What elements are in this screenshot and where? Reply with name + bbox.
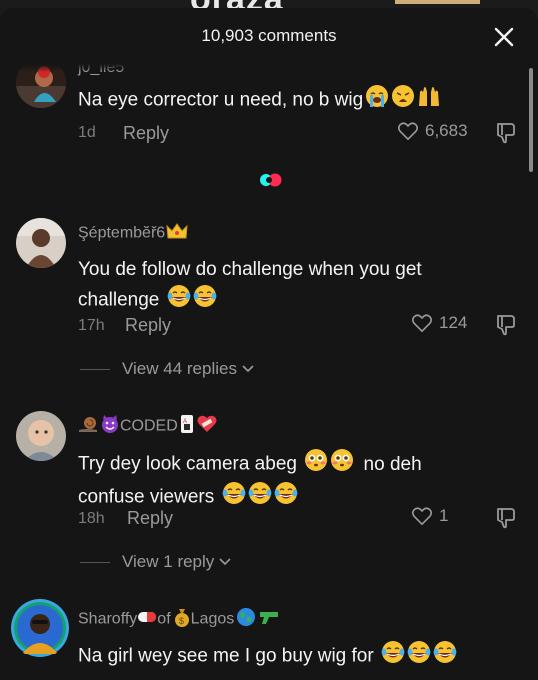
header-fade: [0, 64, 538, 72]
like-button[interactable]: 6,683: [397, 121, 468, 141]
close-icon[interactable]: [490, 23, 518, 51]
comment-text-content: Na girl wey see me I go buy wig for: [78, 645, 374, 667]
divider: [80, 561, 110, 563]
tears-of-joy-icon: [381, 640, 405, 673]
heart-icon: [411, 314, 433, 332]
dislike-icon[interactable]: [494, 121, 518, 145]
loading-indicator: [260, 173, 282, 187]
comment-count-title: 10,903 comments: [201, 26, 337, 45]
username-text: of: [157, 610, 171, 628]
comment-text-content: no deh: [363, 453, 422, 475]
crown-icon: [166, 222, 188, 245]
like-button[interactable]: 124: [411, 313, 467, 333]
comment-text-content: confuse viewers: [78, 486, 215, 508]
comment-text-content: Na eye corrector u need, no b wig: [78, 89, 364, 111]
svg-text:$: $: [179, 616, 184, 626]
avatar[interactable]: [16, 218, 66, 268]
chevron-down-icon: [242, 365, 254, 373]
tears-of-joy-icon: [222, 481, 246, 514]
like-count: 124: [439, 313, 468, 332]
tears-of-joy-icon: [167, 284, 191, 317]
playing-card-icon: A: [180, 414, 194, 439]
username-text: CODED: [120, 417, 178, 435]
comment-text-content: Try dey look camera abeg: [78, 453, 297, 475]
view-replies-label: View 1 reply: [122, 552, 215, 571]
background-bar: [395, 0, 480, 4]
username-text: Lagos: [190, 610, 235, 628]
dislike-icon[interactable]: [494, 313, 518, 337]
dislike-icon[interactable]: [494, 506, 518, 530]
money-bag-icon: $: [173, 607, 191, 632]
chevron-down-icon: [219, 558, 231, 566]
flushed-face-icon: [330, 448, 354, 481]
comments-sheet: j0_lie5 Na eye corrector u need, no b wi…: [0, 8, 538, 680]
comment-age: 18h: [78, 510, 105, 527]
comment-text: Try dey look camera abeg no deh confuse …: [78, 448, 508, 514]
comment-text-line: You de follow do challenge when you get: [78, 259, 422, 280]
comment-age: 17h: [78, 317, 105, 334]
like-button[interactable]: 1: [411, 506, 448, 526]
comment-text-line: Try dey look camera abeg no deh: [78, 448, 508, 481]
username-text: Sharoffy: [78, 610, 138, 628]
flushed-face-icon: [304, 448, 328, 481]
loudly-crying-face-icon: [365, 84, 389, 117]
tears-of-joy-icon: [193, 284, 217, 317]
comment-username[interactable]: Şéptembĕř6: [78, 222, 188, 245]
heart-icon: [397, 122, 419, 140]
tears-of-joy-icon: [248, 481, 272, 514]
like-count: 6,683: [425, 121, 468, 140]
heart-icon: [411, 507, 433, 525]
tears-of-joy-icon: [274, 481, 298, 514]
tears-of-joy-icon: [407, 640, 431, 673]
scrollbar[interactable]: [529, 68, 533, 172]
comment-username[interactable]: Sharoffy of $ Lagos: [78, 607, 280, 632]
comment-text: You de follow do challenge when you get …: [78, 256, 508, 317]
smiling-imp-icon: [100, 414, 120, 439]
avatar[interactable]: [16, 411, 66, 461]
tears-of-joy-icon: [433, 640, 457, 673]
globe-icon: [236, 607, 256, 632]
view-replies-button[interactable]: View 44 replies: [80, 359, 255, 379]
comment-age: 1d: [78, 124, 96, 141]
view-replies-label: View 44 replies: [122, 359, 237, 378]
mending-heart-icon: [196, 414, 218, 439]
weary-face-icon: [391, 84, 415, 117]
divider: [80, 368, 110, 370]
reply-button[interactable]: Reply: [125, 315, 171, 336]
comment-text: Na girl wey see me I go buy wig for: [78, 640, 508, 673]
like-count: 1: [439, 506, 449, 525]
avatar[interactable]: [10, 598, 70, 658]
pill-icon: [137, 610, 157, 629]
view-replies-button[interactable]: View 1 reply: [80, 552, 232, 572]
comment-username[interactable]: CODED A: [78, 414, 218, 439]
username-text: Şéptembĕř6: [78, 224, 166, 242]
reply-button[interactable]: Reply: [127, 508, 173, 529]
comment-text: Na eye corrector u need, no b wig: [78, 84, 508, 117]
comments-header: 10,903 comments: [0, 8, 538, 64]
reply-button[interactable]: Reply: [123, 123, 169, 144]
comment-text-content: challenge: [78, 289, 160, 311]
raised-hands-icon: [417, 84, 441, 117]
water-pistol-icon: [258, 608, 280, 631]
snail-icon: [78, 415, 98, 438]
